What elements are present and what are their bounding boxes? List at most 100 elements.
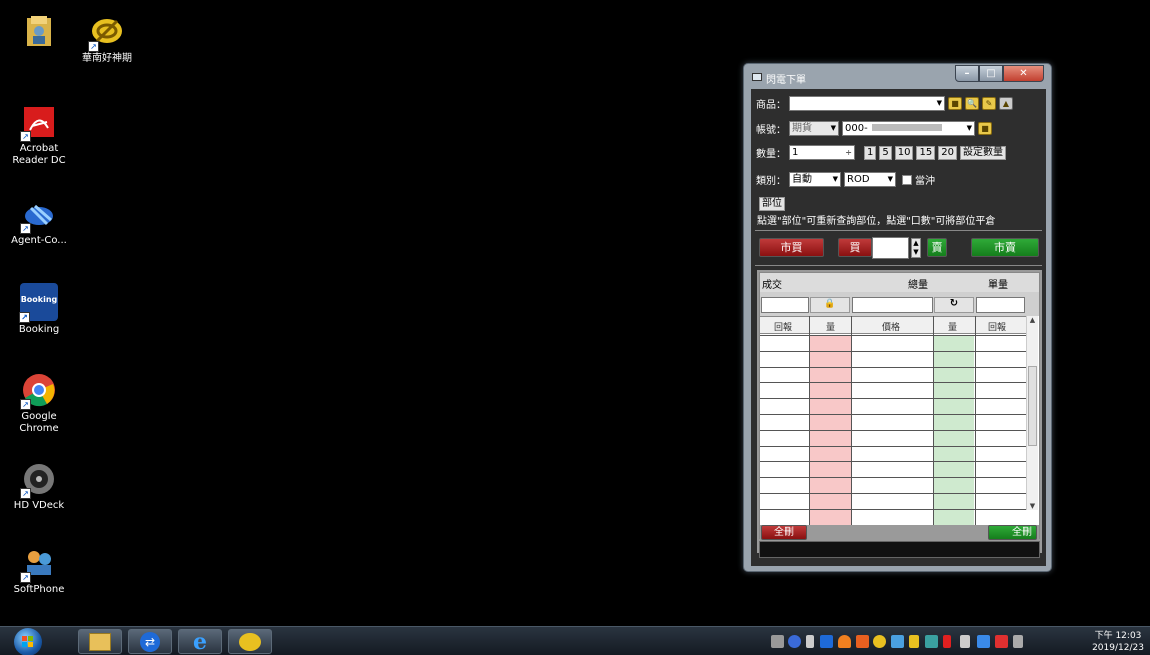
clock-date: 2019/12/23 xyxy=(1092,643,1144,653)
order-book-grid: 成交 總量 單量 🔒 ↻ 回報 量 價格 量 回報 ▲ ▼ 全刪 全刪 xyxy=(759,272,1040,540)
network-tray-icon[interactable] xyxy=(771,635,784,648)
refresh-icon[interactable]: ↻ xyxy=(934,297,974,313)
action-center-flag-icon[interactable] xyxy=(995,635,1008,648)
grid-row-line xyxy=(760,429,1026,431)
huanan-futures-icon: ↗ xyxy=(88,14,125,52)
app-icon xyxy=(752,73,762,81)
daytrade-label: 當沖 xyxy=(915,176,935,187)
start-button[interactable] xyxy=(14,628,42,655)
single-volume-label: 單量 xyxy=(988,280,1008,291)
grid-row-line xyxy=(760,461,1026,463)
desktop-label: Google Chrome xyxy=(19,411,59,434)
maximize-button[interactable]: □ xyxy=(979,65,1003,82)
price-input[interactable] xyxy=(872,237,909,259)
type-label: 類別： xyxy=(756,176,786,187)
total-input-left xyxy=(761,297,809,313)
softphone-icon: ↗ xyxy=(20,545,57,583)
position-button[interactable]: 部位 xyxy=(759,197,785,211)
usb-tray-icon[interactable] xyxy=(806,635,814,648)
help-tray-icon[interactable] xyxy=(788,635,801,648)
window-title: 閃電下單 xyxy=(766,75,806,86)
grid-row-line xyxy=(760,366,1026,368)
flame-tray-icon[interactable] xyxy=(838,635,851,648)
search-icon[interactable]: 🔍 xyxy=(965,97,979,110)
app-tray-icon-orange[interactable] xyxy=(856,635,869,648)
hd-vdeck-icon: ↗ xyxy=(20,461,57,499)
taskbar-huanan-futures[interactable] xyxy=(228,629,272,654)
desktop-icon-hd-vdeck[interactable]: ↗ HD VDeck xyxy=(2,461,76,512)
col-report-buy: 回報 xyxy=(774,323,793,333)
ie-icon: e xyxy=(193,629,207,655)
agent-tray-icon[interactable] xyxy=(891,635,904,648)
eject-icon[interactable]: ▲ xyxy=(999,97,1013,110)
folder-icon xyxy=(89,633,111,651)
order-book-scrollbar[interactable]: ▲ ▼ xyxy=(1026,316,1038,510)
lock-icon[interactable]: ■ xyxy=(948,97,962,110)
qty-preset-1[interactable]: 1 xyxy=(864,145,877,160)
monitor-tray-icon[interactable] xyxy=(977,635,990,648)
booking-icon: Booking ↗ xyxy=(19,283,58,323)
col-qty-sell: 量 xyxy=(948,323,958,333)
desktop-icon-huanan-futures[interactable]: ↗ 華南好神期 xyxy=(70,14,144,65)
clear-sell-button[interactable]: 全刪 xyxy=(988,525,1037,540)
teamviewer-tray-icon[interactable] xyxy=(820,635,833,648)
set-quantity-button[interactable]: 設定數量 xyxy=(959,145,1006,160)
daytrade-checkbox[interactable] xyxy=(902,174,912,185)
trade-label: 成交 xyxy=(762,280,782,291)
qty-preset-5[interactable]: 5 xyxy=(879,145,892,160)
desktop-icon-user-folder[interactable] xyxy=(2,14,76,53)
desktop-icon-softphone[interactable]: ↗ SoftPhone xyxy=(2,545,76,596)
huanan-futures-icon xyxy=(239,633,261,651)
qty-preset-10[interactable]: 10 xyxy=(894,145,914,160)
product-select[interactable]: ▼ xyxy=(789,96,945,111)
grid-row-line xyxy=(760,382,1026,384)
desktop-label: Agent-Co... xyxy=(11,235,67,246)
type-select[interactable]: 自動 ▼ xyxy=(789,172,841,187)
desktop-icon-acrobat[interactable]: ↗ Acrobat Reader DC xyxy=(2,104,76,167)
product-label: 商品： xyxy=(756,100,786,111)
quantity-input[interactable]: 1 ÷ xyxy=(789,145,855,160)
wifi-tray-icon[interactable] xyxy=(909,635,919,648)
volume-tray-icon[interactable] xyxy=(960,635,970,648)
taskbar-explorer[interactable] xyxy=(78,629,122,654)
buy-button[interactable]: 買 xyxy=(838,238,872,257)
grid-col-line xyxy=(809,316,810,525)
clear-buy-button[interactable]: 全刪 xyxy=(761,525,807,540)
taskbar-teamviewer[interactable]: ⇄ xyxy=(128,629,172,654)
taskbar-ie[interactable]: e xyxy=(178,629,222,654)
account-lock-icon[interactable]: ■ xyxy=(978,122,992,135)
col-report-sell: 回報 xyxy=(988,323,1007,333)
speaker-red-tray-icon[interactable] xyxy=(943,635,951,648)
minimize-button[interactable]: – xyxy=(955,65,979,82)
window-titlebar[interactable]: 閃電下單 – □ ✕ xyxy=(744,64,1051,88)
total-volume-label: 總量 xyxy=(908,280,928,291)
teamviewer-icon: ⇄ xyxy=(140,632,160,652)
scrollbar-thumb[interactable] xyxy=(1028,366,1037,446)
qty-preset-20[interactable]: 20 xyxy=(938,145,957,160)
order-type-select[interactable]: ROD ▼ xyxy=(844,172,896,187)
desktop-icon-agent-console[interactable]: ↗ Agent-Co... xyxy=(2,196,76,247)
desktop-icon-google-chrome[interactable]: ↗ Google Chrome xyxy=(2,372,76,435)
market-sell-button[interactable]: 市賣 xyxy=(971,238,1039,257)
wrench-icon[interactable]: ✎ xyxy=(982,97,996,110)
clock[interactable]: 下午 12:03 2019/12/23 xyxy=(1090,630,1146,654)
grid-row-line xyxy=(760,477,1026,479)
ime-tray-icon[interactable] xyxy=(1013,635,1023,648)
account-select[interactable]: 000- ▼ xyxy=(842,121,975,136)
desktop-label: SoftPhone xyxy=(13,584,65,595)
huanan-tray-icon[interactable] xyxy=(873,635,886,648)
agent-console-icon: ↗ xyxy=(20,196,57,234)
sell-button[interactable]: 賣 xyxy=(927,238,947,257)
account-type-select[interactable]: 期貨 ▼ xyxy=(789,121,839,136)
qty-preset-15[interactable]: 15 xyxy=(916,145,936,160)
price-spinner[interactable]: ▲ ▼ xyxy=(911,238,921,258)
close-button[interactable]: ✕ xyxy=(1003,65,1044,82)
lock-toggle-icon[interactable]: 🔒 xyxy=(810,297,850,313)
clock-time: 下午 12:03 xyxy=(1094,631,1142,641)
total-input-right xyxy=(976,297,1025,313)
window-client: 商品： ▼ ■ 🔍 ✎ ▲ 帳號： 期貨 ▼ 000- ▼ ■ 數量： 1 ÷ 1 5… xyxy=(751,89,1046,566)
display-tray-icon[interactable] xyxy=(925,635,938,648)
market-buy-button[interactable]: 市買 xyxy=(759,238,824,257)
desktop-icon-booking[interactable]: Booking ↗ Booking xyxy=(2,283,76,336)
flash-order-window: 閃電下單 – □ ✕ 商品： ▼ ■ 🔍 ✎ ▲ 帳號： 期貨 ▼ 000- ▼ ■… xyxy=(743,63,1052,572)
